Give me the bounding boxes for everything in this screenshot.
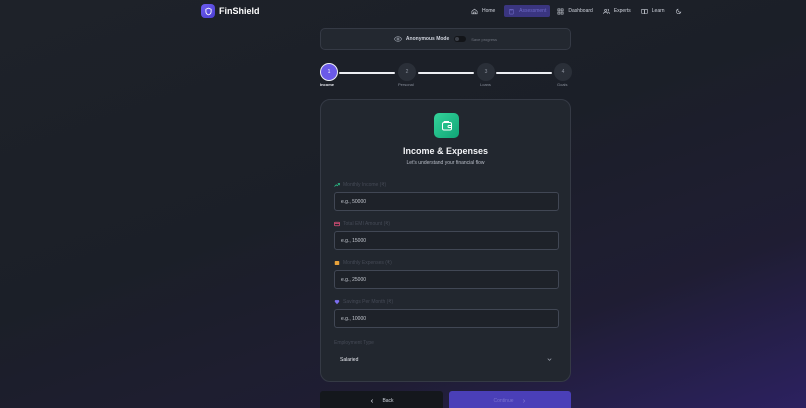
step-2-label: Personal <box>398 82 414 87</box>
step-3-circle[interactable]: 3 <box>477 63 495 81</box>
back-button[interactable]: Back <box>320 391 443 408</box>
card-icon <box>334 221 340 227</box>
anonymous-mode-bar: Anonymous Mode Save progress <box>320 28 571 50</box>
nav-label-learn: Learn <box>651 8 665 14</box>
employment-type-label: Employment Type <box>334 340 374 346</box>
trend-icon <box>334 183 340 187</box>
anonymous-mode-toggle[interactable] <box>454 36 467 42</box>
brand-name: FinShield <box>219 6 260 16</box>
progress-stepper: 1 2 3 4 Income Personal Loans Goals <box>320 62 572 88</box>
nav-label-home: Home <box>482 8 496 14</box>
step-1-circle[interactable]: 1 <box>320 63 338 81</box>
monthly-expenses-label-text: Monthly Expenses (₹) <box>343 260 392 266</box>
step-connector <box>496 72 552 74</box>
top-navbar: FinShield Home Assessment Dashboard Expe… <box>0 0 806 24</box>
nav-label-experts: Experts <box>613 8 631 14</box>
monthly-income-label-text: Monthly Income (₹) <box>343 182 387 188</box>
total-emi-input[interactable]: e.g., 15000 <box>334 231 559 250</box>
nav-item-home[interactable]: Home <box>467 5 499 17</box>
step-connector <box>339 72 395 74</box>
savings-label-text: Savings Per Month (₹) <box>343 299 394 305</box>
piggy-icon <box>334 300 340 305</box>
step-1-label: Income <box>320 82 335 87</box>
step-3-label: Loans <box>480 82 491 87</box>
back-button-label: Back <box>382 398 394 404</box>
savings-placeholder: e.g., 10000 <box>341 315 367 322</box>
nav-item-dashboard[interactable]: Dashboard <box>553 5 596 17</box>
book-icon <box>641 8 648 14</box>
chevron-right-icon <box>522 399 525 403</box>
total-emi-label: Total EMI Amount (₹) <box>334 221 390 227</box>
employment-type-select[interactable]: Salaried <box>334 350 559 369</box>
step-2-circle[interactable]: 2 <box>398 63 416 81</box>
savings-label: Savings Per Month (₹) <box>334 299 393 305</box>
total-emi-label-text: Total EMI Amount (₹) <box>343 221 391 227</box>
employment-type-value: Salaried <box>340 356 359 363</box>
shield-icon <box>201 4 215 18</box>
card-title: Income & Expenses <box>402 146 489 156</box>
users-icon <box>603 8 610 14</box>
nav-item-experts[interactable]: Experts <box>599 5 635 17</box>
grid-icon <box>557 8 564 14</box>
continue-button-label: Continue <box>493 398 514 404</box>
monthly-income-label: Monthly Income (₹) <box>334 182 386 188</box>
nav-menu: Home Assessment Dashboard Experts Learn <box>467 5 685 17</box>
nav-label-assessment: Assessment <box>519 8 547 14</box>
chevron-left-icon <box>371 399 374 403</box>
monthly-expenses-placeholder: e.g., 25000 <box>341 276 367 283</box>
theme-toggle-button[interactable] <box>673 5 685 17</box>
step-4-circle[interactable]: 4 <box>554 63 572 81</box>
monthly-expenses-label: Monthly Expenses (₹) <box>334 260 392 266</box>
moon-icon <box>676 8 682 14</box>
monthly-income-placeholder: e.g., 50000 <box>341 198 367 205</box>
step-connector <box>418 72 474 74</box>
cart-icon <box>334 261 340 265</box>
save-progress-label: Save progress <box>471 36 498 42</box>
chevron-down-icon <box>547 358 552 361</box>
wallet-icon <box>434 113 459 138</box>
card-subtitle: Let's understand your financial flow <box>406 160 485 166</box>
continue-button[interactable]: Continue <box>449 391 571 408</box>
nav-item-assessment[interactable]: Assessment <box>504 5 551 17</box>
home-icon <box>471 8 478 14</box>
nav-label-dashboard: Dashboard <box>568 8 593 14</box>
step-4-label: Goals <box>557 82 568 87</box>
anonymous-mode-label: Anonymous Mode <box>405 36 450 42</box>
income-expenses-card: Income & Expenses Let's understand your … <box>320 99 571 382</box>
brand-logo[interactable]: FinShield <box>201 4 260 18</box>
monthly-expenses-input[interactable]: e.g., 25000 <box>334 270 559 289</box>
clipboard-icon <box>509 8 514 14</box>
monthly-income-input[interactable]: e.g., 50000 <box>334 192 559 211</box>
eye-icon <box>393 36 402 42</box>
nav-item-learn[interactable]: Learn <box>637 5 669 17</box>
total-emi-placeholder: e.g., 15000 <box>341 237 367 244</box>
savings-input[interactable]: e.g., 10000 <box>334 309 559 328</box>
